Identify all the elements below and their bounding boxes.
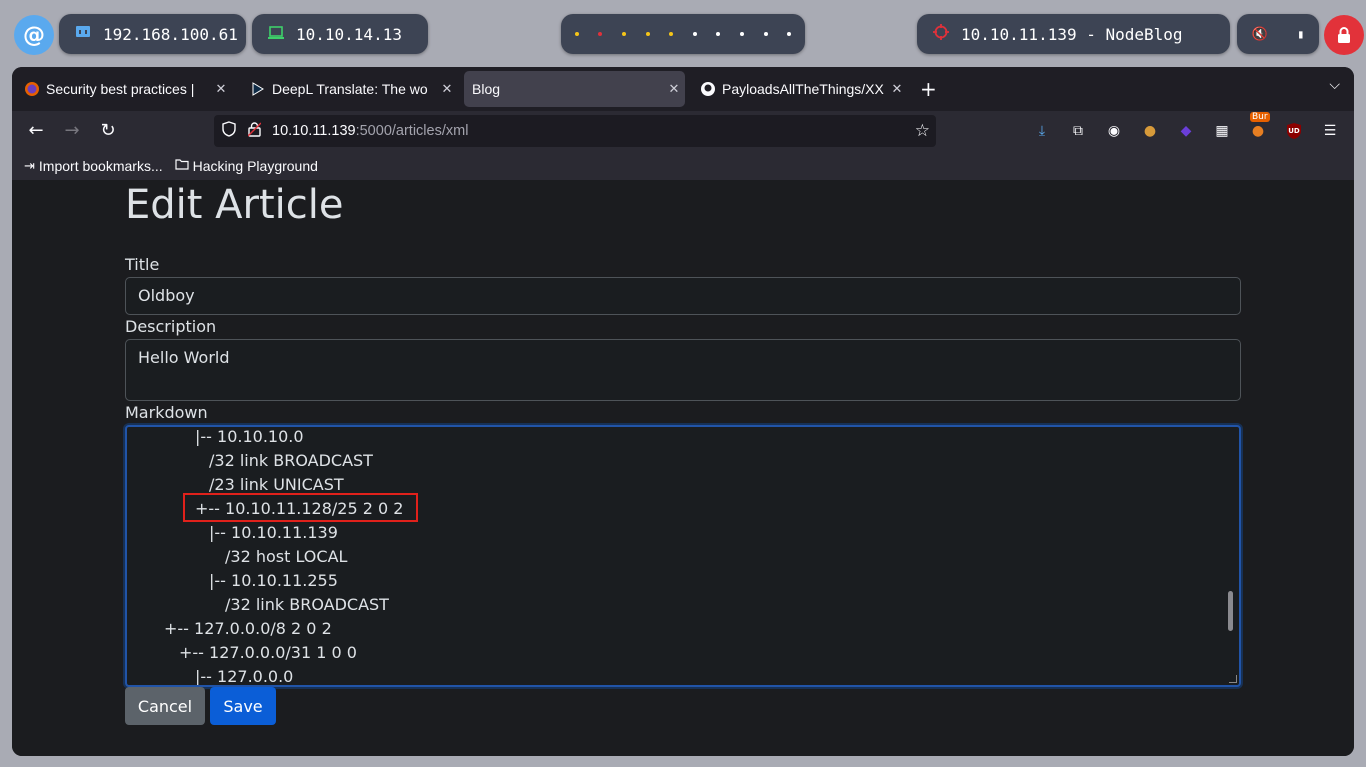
markdown-line: |-- 10.10.11.139 <box>209 523 338 542</box>
url-bar[interactable]: 10.10.11.139:5000/articles/xml ☆ <box>214 115 936 147</box>
workspace-dot-2[interactable] <box>598 32 603 36</box>
url-path: :5000/articles/xml <box>355 123 469 139</box>
tab-strip: Security best practices | ✕ DeepL Transl… <box>12 67 1354 111</box>
menu-icon[interactable]: ☰ <box>1320 121 1340 141</box>
markdown-line: /32 host LOCAL <box>225 547 348 566</box>
bookmark-import[interactable]: ⇥ Import bookmarks... <box>24 158 163 174</box>
burp-badge: Bur <box>1250 112 1270 122</box>
debian-logo-icon[interactable]: @ <box>14 15 54 55</box>
title-input[interactable]: Oldboy <box>125 277 1241 315</box>
ublock-label: UD <box>1288 127 1300 135</box>
tab-label: Security best practices | <box>46 81 195 97</box>
workspace-dot-6[interactable] <box>692 32 697 36</box>
markdown-textarea[interactable]: |-- 10.10.10.0 /32 link BROADCAST /23 li… <box>125 425 1241 687</box>
workspace-dot-5[interactable] <box>669 32 674 36</box>
laptop-icon <box>268 25 284 44</box>
new-tab-plus-icon[interactable]: + <box>920 77 937 101</box>
tab-label: Blog <box>472 81 501 97</box>
navigation-toolbar: ← → ↻ 10.10.11.139:5000/articles/xml ☆ ⤓… <box>12 111 1354 151</box>
workspace-switcher[interactable] <box>561 14 805 54</box>
markdown-line: /32 link BROADCAST <box>225 595 389 614</box>
page-content: Edit Article Title Oldboy Description He… <box>12 180 1354 756</box>
markdown-line: /32 link BROADCAST <box>209 451 373 470</box>
url-host: 10.10.11.139 <box>272 123 356 139</box>
import-icon: ⇥ <box>24 157 35 173</box>
cookie-icon[interactable]: ● <box>1140 121 1160 141</box>
firefox-icon <box>24 81 40 97</box>
markdown-line: +-- 127.0.0.0/8 2 0 2 <box>164 619 332 638</box>
tab-deepl[interactable]: DeepL Translate: The wo ✕ <box>240 71 458 107</box>
vpn-ip-widget: 10.10.14.13 <box>252 14 428 54</box>
extensions-icon[interactable]: ⧉ <box>1068 121 1088 141</box>
tray-widget: 🔇 ▮ <box>1237 14 1319 54</box>
vpn-ip-text: 10.10.14.13 <box>296 24 402 44</box>
close-tab-icon[interactable]: ✕ <box>210 81 232 97</box>
local-ip-widget: 192.168.100.61 <box>59 14 246 54</box>
folder-icon <box>175 158 189 173</box>
reload-icon[interactable]: ↻ <box>94 118 122 144</box>
tab-blog[interactable]: Blog ✕ <box>464 71 685 107</box>
deepl-icon <box>250 81 266 97</box>
workspace-dot-8[interactable] <box>739 32 744 36</box>
close-tab-icon[interactable]: ✕ <box>886 81 908 97</box>
page-title: Edit Article <box>125 182 344 228</box>
target-text: 10.10.11.139 - NodeBlog <box>961 24 1183 44</box>
description-text: Hello World <box>138 348 230 367</box>
markdown-label: Markdown <box>125 403 208 422</box>
description-label: Description <box>125 317 217 336</box>
list-all-tabs-chevron-icon[interactable]: ⌵ <box>1329 77 1340 93</box>
tab-label: PayloadsAllTheThings/XX <box>722 81 884 97</box>
mute-icon[interactable]: 🔇 <box>1252 27 1268 42</box>
workspace-dot-10[interactable] <box>787 32 792 36</box>
browser-window: Security best practices | ✕ DeepL Transl… <box>12 67 1354 756</box>
bookmarks-toolbar: ⇥ Import bookmarks... Hacking Playground <box>12 151 1354 180</box>
forward-arrow-icon[interactable]: → <box>58 118 86 144</box>
tab-security-best-practices[interactable]: Security best practices | ✕ <box>14 71 232 107</box>
scrollbar-thumb[interactable] <box>1228 591 1233 631</box>
battery-icon: ▮ <box>1297 27 1305 41</box>
resize-grip-icon[interactable] <box>1229 675 1237 683</box>
target-widget: 10.10.11.139 - NodeBlog <box>917 14 1230 54</box>
markdown-line: |-- 10.10.10.0 <box>195 427 304 446</box>
markdown-line: |-- 10.10.11.255 <box>209 571 338 590</box>
workspace-dot-7[interactable] <box>716 32 721 36</box>
chart-icon[interactable]: ▦ <box>1212 121 1232 141</box>
ublock-icon[interactable]: UD <box>1284 121 1304 141</box>
description-textarea[interactable]: Hello World <box>125 339 1241 401</box>
tab-payloadsallthethings[interactable]: PayloadsAllTheThings/XX ✕ <box>690 71 908 107</box>
system-bar: @ 192.168.100.61 10.10.14.13 10.10.11.13… <box>0 0 1366 67</box>
markdown-line: +-- 127.0.0.0/31 1 0 0 <box>179 643 357 662</box>
insecure-padlock-icon[interactable] <box>247 122 268 140</box>
workspace-dot-3[interactable] <box>621 32 626 36</box>
markdown-line: /23 link UNICAST <box>209 475 344 494</box>
github-icon <box>700 81 716 97</box>
workspace-dot-9[interactable] <box>763 32 768 36</box>
burp-icon[interactable]: Bur ● <box>1248 112 1270 141</box>
download-icon[interactable]: ⤓ <box>1032 121 1052 141</box>
close-tab-icon[interactable]: ✕ <box>436 81 458 97</box>
bookmark-hacking-playground[interactable]: Hacking Playground <box>175 158 318 174</box>
bookmark-label: Import bookmarks... <box>38 157 163 174</box>
save-button[interactable]: Save <box>210 687 276 725</box>
bookmark-label: Hacking Playground <box>192 157 318 174</box>
workspace-dot-4[interactable] <box>645 32 650 36</box>
crosshair-icon <box>933 24 949 44</box>
wappalyzer-icon[interactable]: ◆ <box>1176 121 1196 141</box>
bookmark-star-icon[interactable]: ☆ <box>915 121 930 141</box>
spy-icon[interactable]: ◉ <box>1104 121 1124 141</box>
title-label: Title <box>125 255 160 274</box>
back-arrow-icon[interactable]: ← <box>22 118 50 144</box>
close-tab-icon[interactable]: ✕ <box>663 81 685 97</box>
markdown-line: |-- 127.0.0.0 <box>195 667 294 686</box>
tab-label: DeepL Translate: The wo <box>272 81 428 97</box>
workspace-dot-1[interactable] <box>574 32 579 36</box>
cancel-button[interactable]: Cancel <box>125 687 205 725</box>
local-ip-text: 192.168.100.61 <box>103 24 238 44</box>
lock-icon[interactable] <box>1324 15 1364 55</box>
network-icon <box>75 24 91 44</box>
tracking-protection-shield-icon[interactable] <box>222 121 242 141</box>
highlight-annotation-box <box>183 493 418 522</box>
